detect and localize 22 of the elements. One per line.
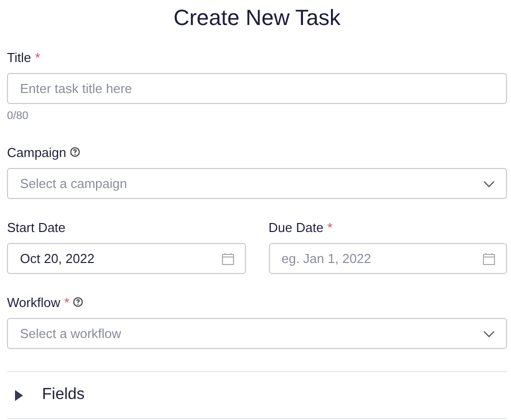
dialog-title: Create New Task (172, 4, 342, 32)
start-date-input[interactable]: Oct 20, 2022 (7, 243, 246, 274)
required-mark: * (64, 294, 70, 310)
chevron-down-icon (483, 180, 495, 187)
field-label: Due Date (268, 220, 324, 234)
character-counter: 0/80 (7, 110, 30, 122)
fields-section-toggle[interactable]: Fields (7, 372, 507, 418)
help-icon (73, 297, 84, 307)
title-input[interactable]: Enter task title here (7, 73, 507, 104)
campaign-select[interactable]: Select a campaign (7, 168, 507, 199)
due-date-input[interactable]: eg. Jan 1, 2022 (268, 243, 507, 274)
field-label: Campaign (7, 144, 66, 160)
required-mark: * (327, 220, 332, 234)
workflow-select[interactable]: Select a workflow (7, 318, 507, 349)
field-label: Workflow (7, 294, 60, 310)
field-label: Title (7, 50, 32, 64)
calendar-icon (222, 252, 234, 264)
field-label: Start Date (7, 220, 66, 234)
chevron-down-icon (483, 330, 495, 337)
required-mark: * (35, 50, 40, 64)
help-icon (70, 147, 80, 157)
calendar-icon (483, 252, 495, 264)
